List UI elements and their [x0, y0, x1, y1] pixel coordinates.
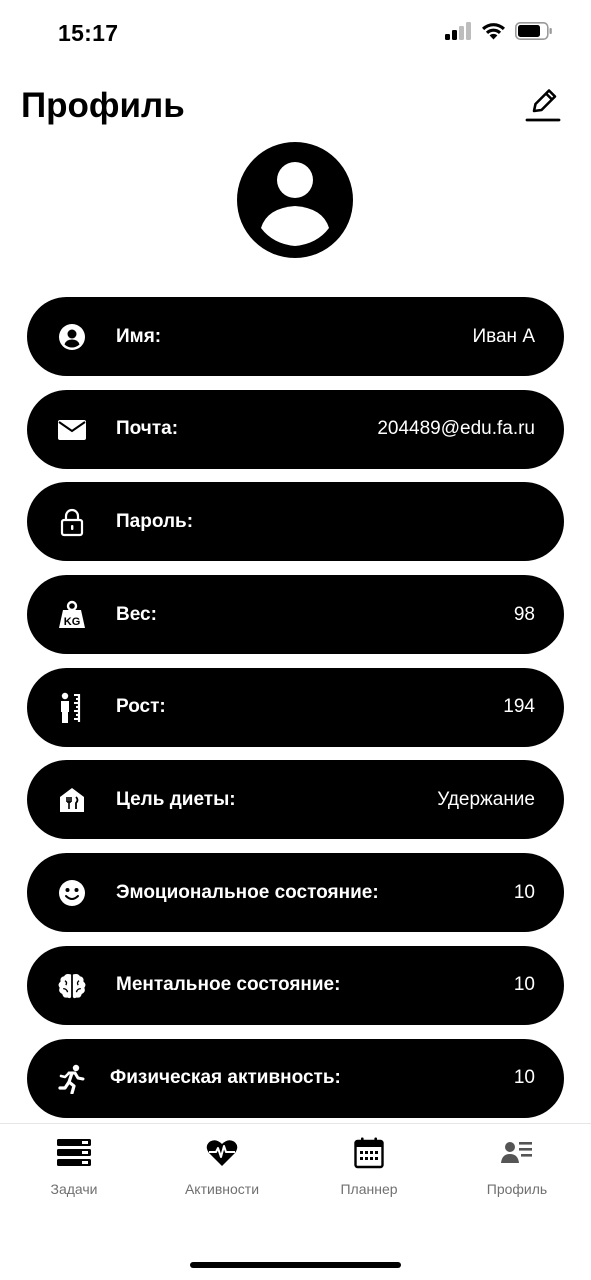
row-value: 194	[503, 696, 535, 718]
profile-list-icon	[499, 1135, 535, 1171]
mail-icon	[57, 415, 87, 445]
row-value: Иван А	[472, 325, 535, 347]
wifi-icon	[482, 23, 505, 40]
row-value: 98	[513, 603, 535, 625]
header: Профиль	[0, 84, 591, 134]
row-label: Рост:	[116, 696, 166, 718]
row-mental-state[interactable]: Ментальное состояние: 10	[27, 945, 564, 1025]
row-label: Эмоциональное состояние:	[116, 881, 379, 903]
lock-icon	[57, 507, 87, 537]
row-diet-goal[interactable]: Цель диеты: Удержание	[27, 760, 564, 840]
row-name[interactable]: Имя: Иван А	[27, 297, 564, 376]
row-weight[interactable]: KG Вес: 98	[27, 575, 564, 655]
row-label: Цель диеты:	[116, 788, 236, 810]
smiley-icon	[57, 878, 87, 908]
row-label: Имя:	[116, 325, 162, 347]
row-value: 10	[513, 1067, 535, 1088]
calendar-icon	[351, 1135, 387, 1171]
battery-icon	[515, 22, 552, 40]
tab-label: Задачи	[50, 1181, 98, 1197]
row-label: Почта:	[116, 418, 179, 440]
user-circle-icon	[57, 322, 87, 352]
heart-pulse-icon	[204, 1135, 240, 1171]
avatar[interactable]	[237, 142, 353, 258]
status-time: 15:17	[58, 20, 119, 46]
row-label: Пароль:	[116, 510, 194, 532]
edit-profile-button[interactable]	[523, 84, 563, 124]
row-physical-activity[interactable]: Физическая активность: 10	[27, 1038, 564, 1118]
tab-label: Активности	[184, 1181, 260, 1197]
brain-icon	[57, 971, 87, 1001]
page-title: Профиль	[21, 86, 185, 125]
tasks-stack-icon	[56, 1135, 92, 1171]
kg-weight-icon: KG	[57, 600, 87, 630]
row-value: Удержание	[437, 788, 535, 810]
tab-planner[interactable]: Планнер	[309, 1132, 429, 1202]
svg-text:KG: KG	[64, 616, 81, 628]
tab-activities[interactable]: Активности	[162, 1132, 282, 1202]
tab-bar: Задачи Активности Планнер Профиль	[0, 1123, 591, 1233]
tab-label: Планнер	[340, 1181, 398, 1197]
row-label: Ментальное состояние:	[116, 974, 341, 996]
tab-tasks[interactable]: Задачи	[14, 1132, 134, 1202]
status-icons	[445, 22, 553, 40]
row-value: 204489@edu.fa.ru	[377, 418, 535, 440]
cellular-signal-icon	[445, 22, 471, 40]
user-avatar-icon	[237, 142, 353, 258]
status-bar: 15:17	[0, 0, 591, 66]
pencil-edit-icon	[525, 89, 561, 122]
row-email[interactable]: Почта: 204489@edu.fa.ru	[27, 389, 564, 469]
tab-label: Профиль	[486, 1181, 548, 1197]
row-emotional-state[interactable]: Эмоциональное состояние: 10	[27, 853, 564, 933]
row-value: 10	[513, 881, 535, 903]
row-label: Вес:	[116, 603, 157, 625]
row-height[interactable]: Рост: 194	[27, 667, 564, 747]
row-password[interactable]: Пароль:	[27, 482, 564, 562]
profile-fields: Имя: Иван А Почта: 204489@edu.fa.ru Паро…	[27, 297, 564, 1131]
running-person-icon	[57, 1064, 87, 1094]
height-ruler-icon	[57, 692, 87, 723]
diet-house-icon	[57, 785, 87, 815]
home-indicator[interactable]	[190, 1262, 401, 1268]
tab-profile[interactable]: Профиль	[457, 1132, 577, 1202]
row-label: Физическая активность:	[110, 1067, 341, 1088]
row-value: 10	[513, 974, 535, 996]
